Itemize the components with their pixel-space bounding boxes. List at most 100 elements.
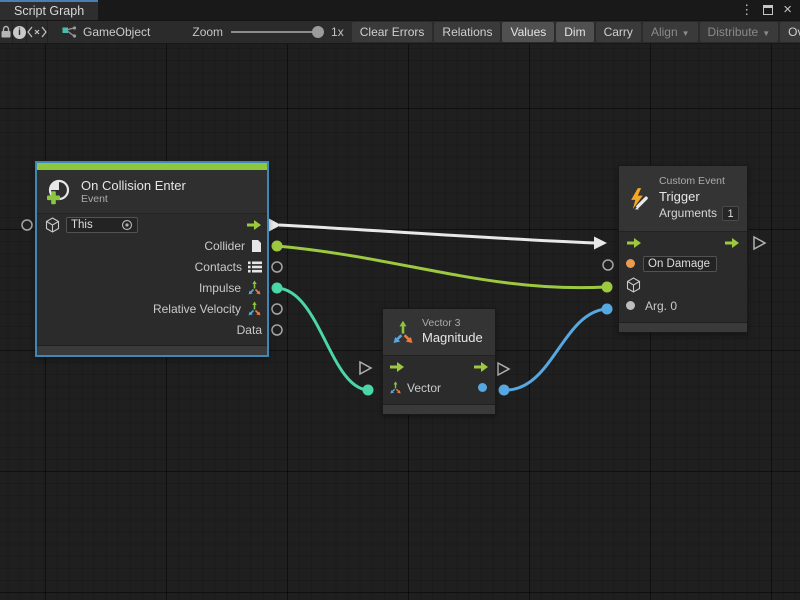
node-header: Custom Event Trigger Arguments 1	[619, 166, 747, 232]
port-row-vector: Vector	[383, 377, 495, 398]
zoom-control: Zoom 1x	[192, 25, 351, 39]
zoom-slider-handle[interactable]	[312, 26, 324, 38]
port-impulse-output[interactable]	[272, 283, 283, 294]
toolbar-buttons: Clear Errors Relations Values Dim Carry …	[352, 22, 800, 42]
node-vector3-magnitude[interactable]: Vector 3 Magnitude Vector	[382, 308, 496, 415]
distribute-dropdown[interactable]: Distribute▼	[700, 22, 779, 42]
vector3-icon	[247, 301, 262, 316]
port-row-impulse: Impulse	[37, 277, 267, 298]
port-vector-input[interactable]	[363, 385, 374, 396]
event-name-field[interactable]: On Damage	[643, 256, 717, 272]
code-preview-button[interactable]	[27, 21, 48, 43]
window-tab-bar: Script Graph ⋮ ×	[0, 0, 800, 20]
node-title: Magnitude	[422, 330, 483, 346]
graph-icon	[62, 26, 77, 39]
arguments-label: Arguments	[659, 206, 717, 222]
port-target-input[interactable]	[22, 220, 32, 230]
port-contacts-output[interactable]	[272, 262, 282, 272]
vector-output-dot[interactable]	[478, 383, 487, 392]
flow-row	[619, 232, 747, 253]
port-collider-output[interactable]	[272, 241, 283, 252]
values-button[interactable]: Values	[502, 22, 554, 42]
tab-script-graph[interactable]: Script Graph	[0, 0, 98, 20]
overview-button[interactable]: Overv	[780, 22, 800, 42]
port-event-target-input[interactable]	[602, 282, 613, 293]
inspector-button[interactable]: i	[13, 21, 27, 43]
graph-canvas[interactable]: On Collision Enter Event This	[0, 44, 800, 600]
flow-out-arrow-icon[interactable]	[473, 361, 489, 373]
target-input-field[interactable]: This	[66, 217, 138, 233]
port-trigger-flow-output[interactable]	[754, 237, 765, 249]
cube-icon	[45, 217, 60, 233]
graph-toolbar: i GameObject Zoom 1x Clear Errors Relati…	[0, 20, 800, 44]
arg0-port-dot[interactable]	[626, 301, 635, 310]
port-magnitude-flow-output[interactable]	[498, 363, 509, 375]
wire-flow-arrowhead	[594, 237, 607, 250]
collision-event-icon	[46, 179, 72, 205]
align-dropdown[interactable]: Align▼	[643, 22, 698, 42]
port-relative-velocity-output[interactable]	[272, 304, 282, 314]
lock-button[interactable]	[0, 21, 13, 43]
node-on-collision-enter[interactable]: On Collision Enter Event This	[35, 161, 269, 357]
relations-button[interactable]: Relations	[434, 22, 500, 42]
gameobject-breadcrumb[interactable]: GameObject	[48, 25, 160, 39]
port-row-collider: Collider	[37, 235, 267, 256]
node-footer	[383, 404, 495, 414]
cube-icon	[626, 277, 641, 293]
zoom-label: Zoom	[192, 25, 223, 39]
wire-impulse-to-vector[interactable]	[277, 288, 368, 390]
list-icon	[248, 261, 262, 273]
port-magnitude-flow-input[interactable]	[360, 362, 371, 374]
wire-flow-collision-to-trigger[interactable]	[279, 225, 595, 243]
port-row-data: Data	[37, 319, 267, 340]
flow-row	[383, 356, 495, 377]
flow-out-arrow-icon[interactable]	[724, 237, 740, 249]
port-flow-output[interactable]	[269, 219, 281, 232]
port-magnitude-value-output[interactable]	[499, 385, 510, 396]
event-name-port-dot[interactable]	[626, 259, 635, 268]
zoom-slider-track	[231, 31, 323, 33]
flow-in-arrow-icon[interactable]	[626, 237, 642, 249]
vector3-icon	[247, 280, 262, 295]
code-icon	[27, 26, 47, 38]
wire-magnitude-to-arg0[interactable]	[504, 309, 606, 390]
wire-collider-to-target[interactable]	[277, 246, 606, 288]
info-icon: i	[13, 26, 26, 39]
node-trigger-custom-event[interactable]: Custom Event Trigger Arguments 1 On Dama…	[618, 165, 748, 333]
maximize-icon[interactable]	[763, 5, 773, 15]
zoom-slider[interactable]	[231, 26, 323, 38]
port-row-contacts: Contacts	[37, 256, 267, 277]
carry-button[interactable]: Carry	[596, 22, 641, 42]
node-color-bar	[37, 163, 267, 170]
port-arg0-input[interactable]	[602, 304, 613, 315]
object-picker-icon[interactable]	[121, 219, 133, 231]
node-type-label: Vector 3	[422, 317, 483, 330]
gameobject-label: GameObject	[83, 25, 150, 39]
node-title: On Collision Enter	[81, 178, 186, 193]
flow-out-arrow-icon[interactable]	[246, 219, 262, 231]
arguments-count-field[interactable]: 1	[722, 206, 739, 221]
window-menu-icon[interactable]: ⋮	[740, 3, 753, 17]
node-subtitle: Event	[81, 193, 186, 205]
dim-button[interactable]: Dim	[556, 22, 593, 42]
lock-icon	[0, 25, 12, 39]
port-data-output[interactable]	[272, 325, 282, 335]
vector3-icon	[389, 381, 402, 394]
chevron-down-icon: ▼	[682, 29, 690, 38]
node-header: Vector 3 Magnitude	[383, 309, 495, 356]
node-footer	[37, 345, 267, 355]
port-row-target: This	[37, 214, 267, 235]
port-row-event-name: On Damage	[619, 253, 747, 274]
window-controls: ⋮ ×	[740, 0, 800, 20]
port-row-arg0: Arg. 0	[619, 295, 747, 316]
port-event-name-input[interactable]	[603, 260, 613, 270]
flow-in-arrow-icon[interactable]	[389, 361, 405, 373]
custom-event-icon	[627, 184, 652, 214]
node-ports: This Collider Contacts	[37, 214, 267, 340]
node-type-label: Custom Event	[659, 175, 739, 189]
close-icon[interactable]: ×	[783, 3, 792, 17]
port-row-relative-velocity: Relative Velocity	[37, 298, 267, 319]
clear-errors-button[interactable]: Clear Errors	[352, 22, 433, 42]
node-footer	[619, 322, 747, 332]
node-title: Trigger	[659, 189, 739, 206]
